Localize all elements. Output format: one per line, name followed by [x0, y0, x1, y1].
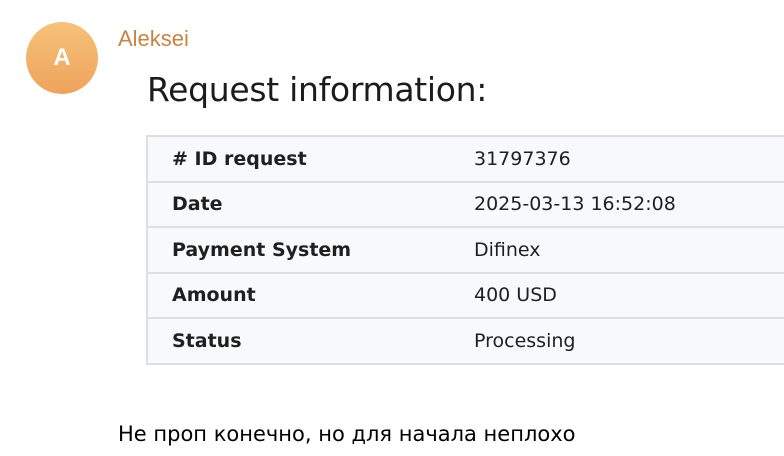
row-label-amount: Amount	[147, 272, 474, 319]
row-label-status: Status	[172, 329, 242, 352]
request-title: Request information:	[147, 70, 488, 109]
row-label-payment-system: Payment System	[147, 227, 474, 274]
sender-name[interactable]: Aleksei	[118, 26, 189, 52]
request-info-table: # ID request 31797376 Date 2025-03-13 16…	[146, 135, 784, 365]
table-row: Date 2025-03-13 16:52:08	[147, 181, 784, 228]
row-value-amount: 400 USD	[474, 272, 784, 319]
message-image[interactable]: Request information: # ID request 317973…	[118, 60, 784, 390]
table-row: Amount 400 USD	[147, 272, 784, 319]
table-row: Payment System Difinex	[147, 227, 784, 274]
row-value-status: Processing	[474, 329, 576, 352]
avatar[interactable]: A	[26, 22, 98, 94]
message-text: Не проп конечно, но для начала неплохо	[118, 422, 576, 446]
table-row: # ID request 31797376	[147, 136, 784, 183]
row-value-payment-system: Difinex	[474, 227, 784, 274]
row-value-id-request: 31797376	[474, 136, 784, 183]
row-label-date: Date	[147, 181, 474, 228]
row-value-date: 2025-03-13 16:52:08	[474, 181, 784, 228]
row-label-id-request: # ID request	[147, 136, 474, 183]
table-row: Status Processing	[147, 318, 784, 364]
